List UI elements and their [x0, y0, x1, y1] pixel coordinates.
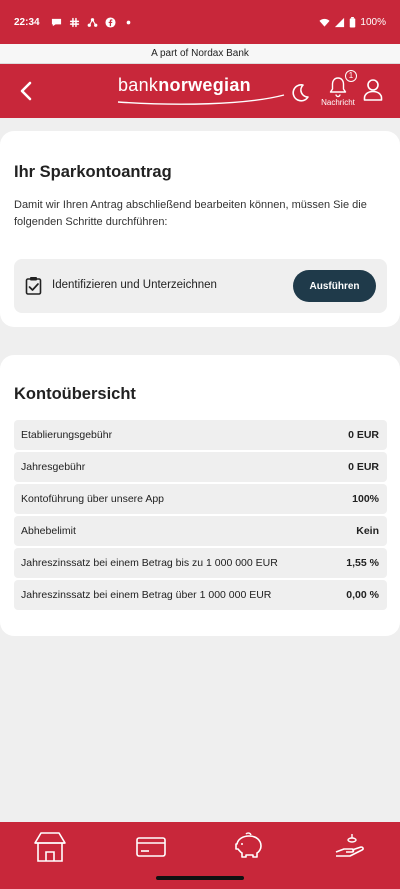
- step-row: Identifizieren und Unterzeichnen Ausführ…: [14, 259, 387, 313]
- row-label: Etablierungsgebühr: [21, 429, 113, 441]
- row-value: 0,00 %: [346, 589, 379, 601]
- home-icon: [34, 832, 66, 862]
- status-bar: 22:34 100%: [0, 0, 400, 44]
- overview-row: Kontoführung über unsere App 100%: [14, 484, 387, 514]
- parent-bank-banner: A part of Nordax Bank: [0, 44, 400, 64]
- user-profile-icon[interactable]: [362, 78, 384, 102]
- chat-notification-icon: [51, 18, 61, 26]
- facebook-icon: [105, 16, 116, 28]
- dark-mode-moon-icon[interactable]: [289, 81, 311, 103]
- card-icon: [136, 837, 166, 857]
- notification-badge: 1: [345, 70, 357, 82]
- notification-label: Nachricht: [321, 98, 355, 107]
- slack-icon: [69, 17, 79, 27]
- battery-percent: 100%: [360, 16, 386, 28]
- nav-cards[interactable]: [131, 830, 171, 864]
- row-value: 0 EUR: [348, 429, 379, 441]
- row-label: Jahreszinssatz bei einem Betrag über 1 0…: [21, 589, 272, 601]
- overview-list: Etablierungsgebühr 0 EUR Jahresgebühr 0 EU…: [14, 420, 387, 612]
- wifi-icon: [319, 18, 330, 27]
- row-label: Abhebelimit: [21, 525, 76, 537]
- status-time: 22:34: [14, 16, 40, 28]
- banner-text: A part of Nordax Bank: [151, 48, 249, 59]
- overview-row: Etablierungsgebühr 0 EUR: [14, 420, 387, 450]
- brand-logo: banknorwegian: [118, 75, 251, 96]
- overview-row: Jahreszinssatz bei einem Betrag über 1 0…: [14, 580, 387, 610]
- nav-loans[interactable]: [330, 830, 370, 864]
- dot-icon: [126, 20, 130, 24]
- application-description: Damit wir Ihren Antrag abschließend bear…: [14, 199, 367, 228]
- signal-icon: [335, 17, 345, 27]
- back-arrow-icon[interactable]: [14, 78, 40, 104]
- row-label: Jahresgebühr: [21, 461, 86, 473]
- account-overview-card: Kontoübersicht Etablierungsgebühr 0 EUR J…: [0, 355, 400, 636]
- row-value: Kein: [356, 525, 379, 537]
- row-value: 100%: [352, 493, 379, 505]
- overview-row: Jahresgebühr 0 EUR: [14, 452, 387, 482]
- execute-button[interactable]: Ausführen: [293, 270, 376, 302]
- app-header: banknorwegian 1 Nachricht: [0, 64, 400, 118]
- brand-swoosh-icon: [117, 94, 285, 105]
- clipboard-check-icon: [25, 277, 42, 295]
- application-card: Ihr Sparkontoantrag Damit wir Ihren Antr…: [0, 131, 400, 327]
- step-label: Identifizieren und Unterzeichnen: [52, 279, 217, 291]
- overview-row: Jahreszinssatz bei einem Betrag bis zu 1…: [14, 548, 387, 578]
- brand-bold-text: norwegian: [158, 75, 251, 95]
- piggy-bank-icon: [235, 832, 262, 858]
- battery-icon: [350, 16, 356, 28]
- brand-light-text: bank: [118, 75, 159, 95]
- hand-coin-icon: [335, 834, 364, 857]
- nav-savings[interactable]: [228, 830, 268, 864]
- home-indicator[interactable]: [156, 876, 244, 880]
- overview-title: Kontoübersicht: [14, 385, 136, 403]
- row-label: Jahreszinssatz bei einem Betrag bis zu 1…: [21, 557, 278, 569]
- row-value: 0 EUR: [348, 461, 379, 473]
- nav-home[interactable]: [30, 830, 70, 864]
- network-icon: [87, 17, 97, 27]
- row-value: 1,55 %: [346, 557, 379, 569]
- notifications-button[interactable]: 1 Nachricht: [318, 70, 358, 114]
- row-label: Kontoführung über unsere App: [21, 493, 165, 505]
- overview-row: Abhebelimit Kein: [14, 516, 387, 546]
- application-title: Ihr Sparkontoantrag: [14, 163, 172, 181]
